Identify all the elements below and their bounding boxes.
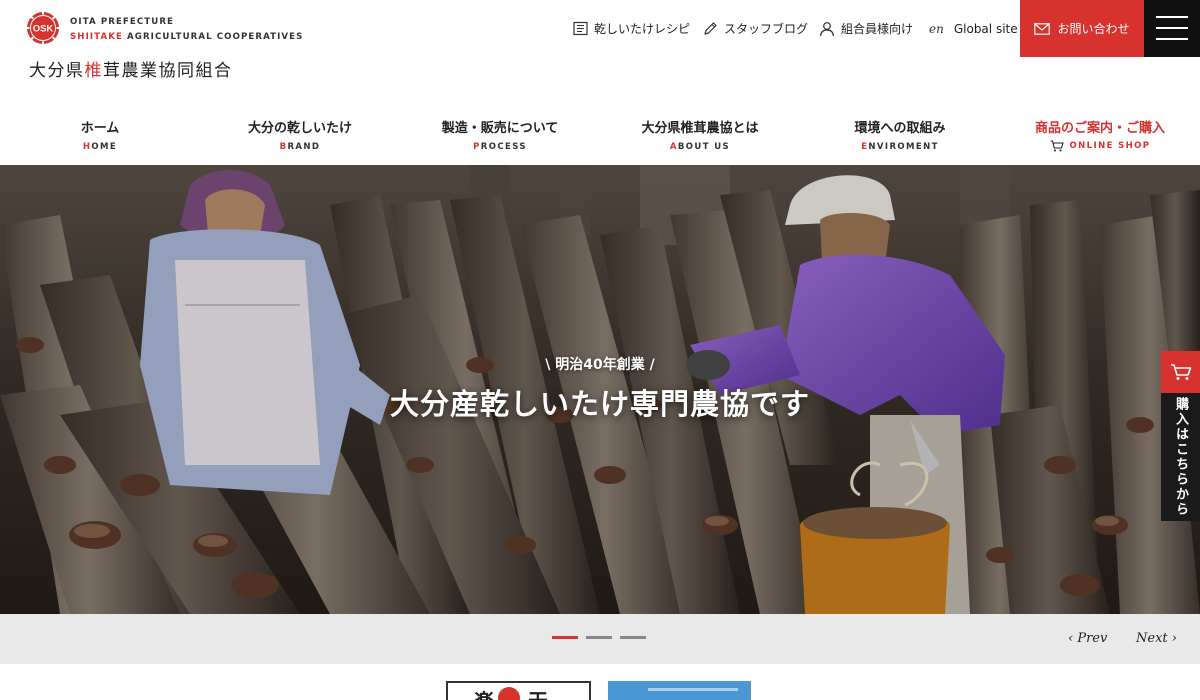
contact-button-label: お問い合わせ — [1057, 22, 1130, 36]
slide-indicator-3[interactable] — [620, 636, 646, 639]
nav-sublabel: BRAND — [279, 142, 321, 152]
slider-controls: ‹ Prev Next › — [0, 614, 1200, 664]
site-logo[interactable]: OSK OITA PREFECTURE SHIITAKE AGRICULTURA… — [26, 11, 302, 81]
nav-label: 大分の乾しいたけ — [247, 121, 352, 136]
slider-next-button[interactable]: Next › — [1136, 631, 1177, 646]
banner-text-line — [648, 688, 738, 691]
nav-label: 製造・販売について — [441, 121, 559, 136]
menu-line-icon — [1156, 27, 1188, 29]
nav-item-brand[interactable]: 大分の乾しいたけ BRAND — [200, 100, 400, 165]
nav-sublabel: PROCESS — [473, 142, 527, 152]
nav-item-online-shop[interactable]: 商品のご案内・ご購入 ONLINE SHOP — [1000, 100, 1200, 165]
banner-text-a: 楽 — [474, 685, 494, 700]
nav-sublabel: ONLINE SHOP — [1050, 140, 1151, 152]
logo-jp-part-1: 大分県 — [29, 61, 85, 81]
cooperative-emblem-icon: OSK — [26, 11, 60, 45]
staff-blog-label: スタッフブログ — [724, 22, 809, 36]
hamburger-menu-button[interactable] — [1144, 0, 1200, 57]
nav-sublabel: HOME — [82, 142, 118, 152]
rakuten-store-banner[interactable]: 楽 天 — [446, 681, 591, 700]
menu-line-icon — [1156, 38, 1188, 40]
hero-title: 大分産乾しいたけ専門農協です — [389, 387, 810, 421]
pencil-icon — [704, 22, 717, 35]
nav-label: ホーム — [80, 121, 120, 136]
logo-jp-part-2: 茸農業協同組合 — [103, 61, 233, 81]
staff-blog-link[interactable]: スタッフブログ — [703, 0, 808, 57]
emblem-text: OSK — [33, 24, 54, 35]
recipe-link-label: 乾しいたけレシピ — [594, 22, 691, 36]
banner-red-circle-icon — [498, 687, 520, 700]
contact-button[interactable]: お問い合わせ — [1020, 0, 1144, 57]
members-label: 組合員様向け — [841, 22, 914, 36]
slide-indicator-1[interactable] — [552, 636, 578, 639]
global-site-label: Global site — [953, 21, 1018, 36]
slider-prev-button[interactable]: ‹ Prev — [1068, 631, 1107, 646]
user-icon — [819, 21, 835, 36]
logo-english-line-1: OITA PREFECTURE — [70, 17, 175, 27]
main-navigation: ホーム HOME 大分の乾しいたけ BRAND 製造・販売について PROCES… — [0, 100, 1200, 165]
partner-banner[interactable] — [608, 681, 751, 700]
nav-sublabel: ABOUT US — [669, 142, 731, 152]
purchase-tab-label: 購入はこちらから — [1161, 393, 1200, 521]
global-site-link[interactable]: en Global site — [929, 0, 1018, 57]
logo-english-line-2: SHIITAKE AGRICULTURAL COOPERATIVES — [70, 32, 303, 42]
nav-label: 大分県椎茸農協とは — [641, 121, 759, 136]
logo-english-accent: SHIITAKE — [70, 32, 123, 42]
nav-item-about[interactable]: 大分県椎茸農協とは ABOUT US — [600, 100, 800, 165]
hero-kicker: \ 明治40年創業 / — [545, 357, 655, 373]
nav-item-process[interactable]: 製造・販売について PROCESS — [400, 100, 600, 165]
nav-label: 商品のご案内・ご購入 — [1034, 121, 1165, 136]
menu-line-icon — [1156, 16, 1188, 18]
banner-text-b: 天 — [528, 685, 548, 700]
logo-english-rest: AGRICULTURAL COOPERATIVES — [122, 32, 304, 42]
recipe-book-icon — [573, 21, 588, 36]
cart-icon — [1170, 364, 1191, 380]
cart-icon — [1050, 140, 1064, 152]
logo-jp-accent: 椎 — [84, 61, 103, 81]
members-link[interactable]: 組合員様向け — [819, 0, 913, 57]
purchase-side-tab[interactable]: 購入はこちらから — [1161, 351, 1200, 521]
nav-item-home[interactable]: ホーム HOME — [0, 100, 200, 165]
logo-japanese-name: 大分県椎茸農業協同組合 — [29, 56, 233, 81]
recipe-link[interactable]: 乾しいたけレシピ — [573, 0, 690, 57]
nav-item-environment[interactable]: 環境への取組み ENVIROMENT — [800, 100, 1000, 165]
hero-slider: \ 明治40年創業 / 大分産乾しいたけ専門農協です — [0, 165, 1200, 614]
language-prefix: en — [929, 21, 944, 36]
purchase-tab-cart — [1161, 351, 1200, 393]
mail-icon — [1034, 22, 1051, 35]
slide-indicator-2[interactable] — [586, 636, 612, 639]
nav-label: 環境への取組み — [854, 121, 946, 136]
nav-sublabel: ENVIROMENT — [861, 142, 939, 152]
site-header: OSK OITA PREFECTURE SHIITAKE AGRICULTURA… — [0, 0, 1200, 100]
